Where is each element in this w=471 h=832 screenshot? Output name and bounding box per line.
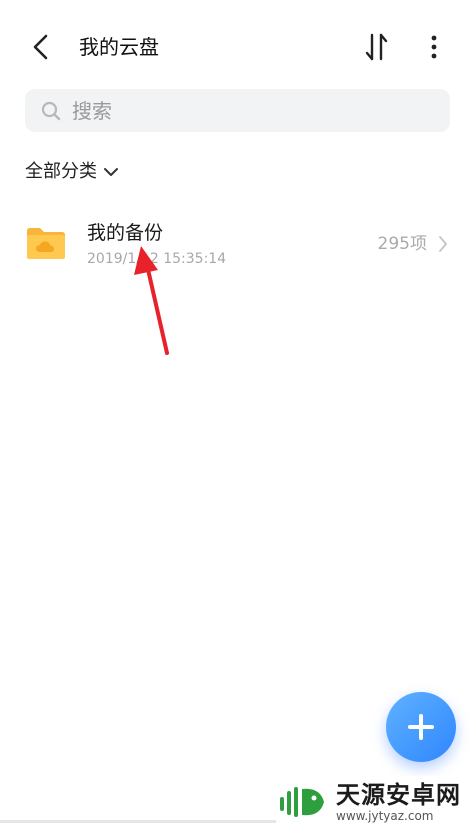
sort-arrows-icon <box>365 33 388 61</box>
category-filter[interactable]: 全部分类 <box>25 158 119 186</box>
chevron-down-icon <box>104 168 118 176</box>
cloud-folder-icon <box>27 228 65 259</box>
sort-button[interactable] <box>362 30 392 64</box>
folder-name: 我的备份 <box>87 222 164 244</box>
folder-date: 2019/1/12 15:35:14 <box>87 251 227 267</box>
page-title: 我的云盘 <box>79 35 159 59</box>
chevron-right-icon <box>439 236 447 252</box>
search-icon <box>41 101 61 121</box>
search-bar[interactable] <box>25 89 450 132</box>
watermark: 天源安卓网 www.jytyaz.com <box>276 776 466 828</box>
watermark-url: www.jytyaz.com <box>336 809 434 823</box>
folder-item-count: 295项 <box>377 234 427 254</box>
plus-icon <box>408 714 434 740</box>
back-arrow-icon <box>33 34 48 60</box>
watermark-logo-icon <box>280 787 324 817</box>
top-app-bar: 我的云盘 <box>0 0 471 94</box>
list-item[interactable]: 我的备份 2019/1/12 15:35:14 295项 <box>0 205 471 283</box>
back-button[interactable] <box>26 30 58 64</box>
watermark-title: 天源安卓网 <box>336 781 461 809</box>
category-filter-label: 全部分类 <box>25 161 97 182</box>
more-options-button[interactable] <box>422 30 446 64</box>
divider <box>0 820 280 823</box>
more-vertical-icon <box>431 35 437 59</box>
search-input[interactable] <box>72 89 432 132</box>
add-button[interactable] <box>386 692 456 762</box>
